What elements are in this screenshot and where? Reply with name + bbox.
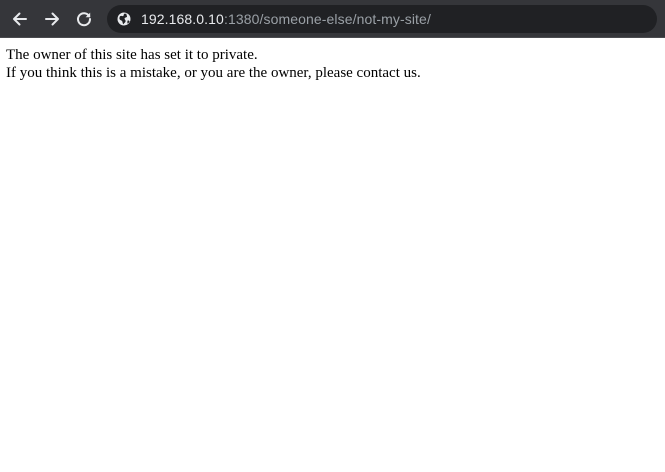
page-body: The owner of this site has set it to pri… — [6, 46, 421, 82]
reload-button[interactable] — [71, 6, 97, 32]
browser-toolbar: 192.168.0.10:1380/someone-else/not-my-si… — [0, 0, 665, 38]
back-arrow-icon — [13, 12, 27, 26]
globe-icon[interactable] — [117, 12, 131, 26]
contact-message: If you think this is a mistake, or you a… — [6, 65, 421, 81]
address-bar[interactable]: 192.168.0.10:1380/someone-else/not-my-si… — [107, 5, 657, 33]
url-path: :1380/someone-else/not-my-site/ — [223, 11, 431, 27]
private-site-message: The owner of this site has set it to pri… — [6, 47, 258, 63]
forward-button[interactable] — [39, 6, 65, 32]
forward-arrow-icon — [45, 12, 59, 26]
url-text[interactable]: 192.168.0.10:1380/someone-else/not-my-si… — [141, 5, 431, 33]
url-host: 192.168.0.10 — [141, 11, 224, 27]
reload-icon — [77, 12, 92, 27]
back-button[interactable] — [7, 6, 33, 32]
